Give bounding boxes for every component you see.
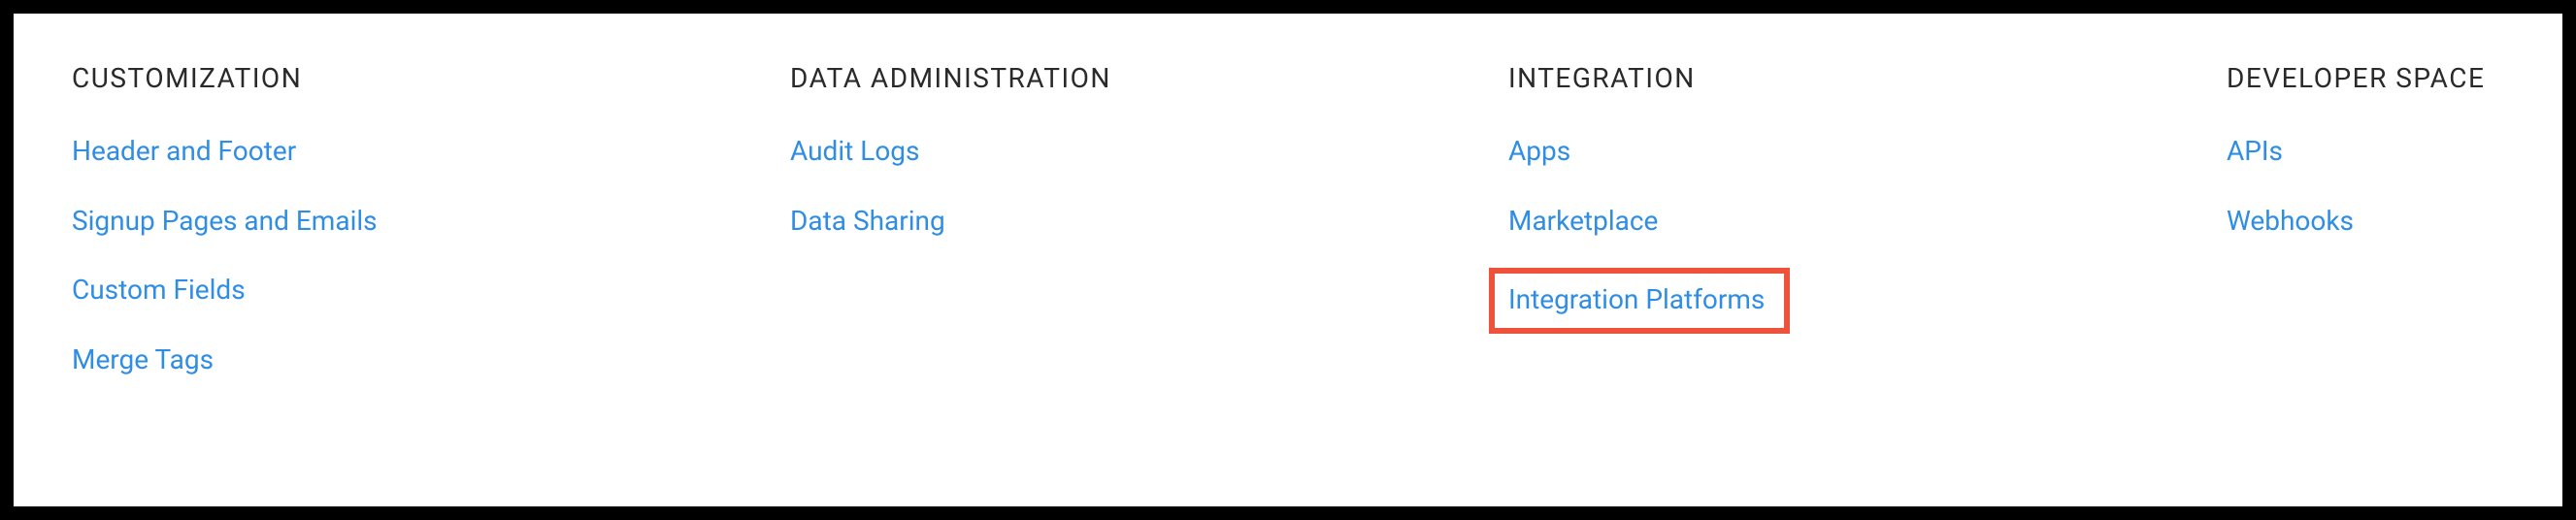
column-developer-space: DEVELOPER SPACE APIs Webhooks	[2227, 62, 2485, 458]
heading-data-administration: DATA ADMINISTRATION	[790, 62, 1111, 94]
link-merge-tags[interactable]: Merge Tags	[72, 343, 214, 376]
link-custom-fields[interactable]: Custom Fields	[72, 274, 246, 307]
link-marketplace[interactable]: Marketplace	[1508, 205, 1658, 238]
link-header-and-footer[interactable]: Header and Footer	[72, 135, 296, 168]
link-integration-platforms[interactable]: Integration Platforms	[1489, 268, 1790, 334]
heading-developer-space: DEVELOPER SPACE	[2227, 62, 2485, 94]
link-webhooks[interactable]: Webhooks	[2227, 205, 2354, 238]
link-signup-pages-and-emails[interactable]: Signup Pages and Emails	[72, 205, 378, 238]
column-integration: INTEGRATION Apps Marketplace Integration…	[1508, 62, 2227, 458]
link-data-sharing[interactable]: Data Sharing	[790, 205, 945, 238]
settings-nav-panel: CUSTOMIZATION Header and Footer Signup P…	[14, 14, 2562, 506]
column-customization: CUSTOMIZATION Header and Footer Signup P…	[72, 62, 790, 458]
heading-integration: INTEGRATION	[1508, 62, 1696, 94]
heading-customization: CUSTOMIZATION	[72, 62, 302, 94]
link-apps[interactable]: Apps	[1508, 135, 1570, 168]
link-apis[interactable]: APIs	[2227, 135, 2283, 168]
column-data-administration: DATA ADMINISTRATION Audit Logs Data Shar…	[790, 62, 1508, 458]
link-audit-logs[interactable]: Audit Logs	[790, 135, 919, 168]
